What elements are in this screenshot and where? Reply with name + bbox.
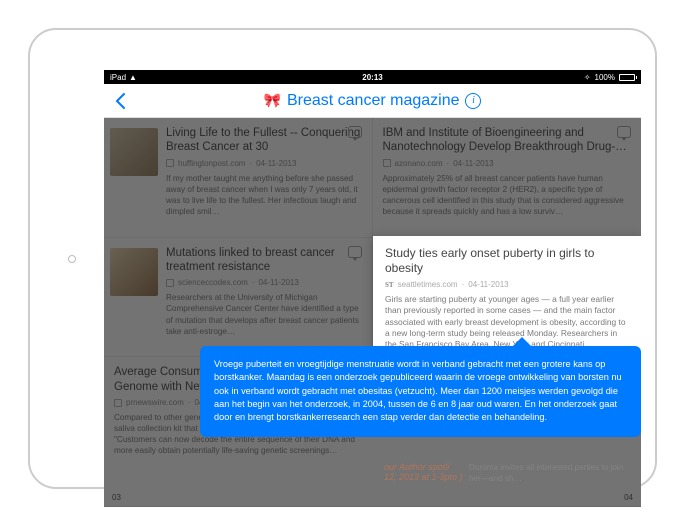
clock: 20:13 xyxy=(285,73,460,82)
article-excerpt: Girls are starting puberty at younger ag… xyxy=(385,294,629,351)
article-card[interactable]: IBM and Institute of Bioengineering and … xyxy=(373,118,642,238)
article-date: 04-11-2013 xyxy=(258,278,298,287)
carrier-label: iPad xyxy=(110,73,126,82)
article-source: scienceccodex.com xyxy=(178,278,248,287)
article-meta: ST seattletimes.com · 04-11-2013 xyxy=(385,280,629,289)
article-excerpt: Researchers at the University of Michiga… xyxy=(166,292,362,336)
source-icon xyxy=(114,399,122,407)
source-icon xyxy=(166,279,174,287)
source-icon xyxy=(383,159,391,167)
article-excerpt: Approximately 25% of all breast cancer p… xyxy=(383,173,632,217)
article-title: Mutations linked to breast cancer treatm… xyxy=(166,246,362,275)
article-date: 04-11-2013 xyxy=(256,159,296,168)
tooltip-text: Vroege puberteit en vroegtijdige menstru… xyxy=(214,359,622,422)
battery-icon xyxy=(619,74,635,81)
camera-dot xyxy=(68,255,76,263)
bluetooth-icon: ✧ xyxy=(584,73,591,82)
partial-excerpt: Duroma invites all interested parties to… xyxy=(469,462,631,484)
back-button[interactable] xyxy=(114,91,134,111)
battery-pct: 100% xyxy=(595,73,615,82)
page-number-left: 03 xyxy=(112,493,121,502)
wifi-icon: ▲ xyxy=(129,73,137,82)
article-title: IBM and Institute of Bioengineering and … xyxy=(383,126,632,155)
info-icon[interactable]: i xyxy=(465,93,481,109)
article-source: azonano.com xyxy=(395,159,443,168)
ribbon-icon: 🎀 xyxy=(264,92,281,109)
article-meta: azonano.com · 04-11-2013 xyxy=(383,159,632,168)
article-source: huffingtonpost.com xyxy=(178,159,245,168)
article-thumbnail xyxy=(110,128,158,176)
partial-text: our Author spotli 12, 2013 at 1-3pm ) xyxy=(384,462,463,482)
comment-icon[interactable] xyxy=(348,246,362,258)
screen: iPad ▲ 20:13 ✧ 100% 🎀 Breast cancer maga… xyxy=(104,70,641,507)
article-meta: scienceccodex.com · 04-11-2013 xyxy=(166,278,362,287)
translation-tooltip[interactable]: Vroege puberteit en vroegtijdige menstru… xyxy=(200,346,641,437)
page-title: Breast cancer magazine xyxy=(287,92,460,110)
content-area: Living Life to the Fullest -- Conquering… xyxy=(104,118,641,507)
article-title: Study ties early onset puberty in girls … xyxy=(385,246,629,276)
page-number-right: 04 xyxy=(624,493,633,502)
article-date: 04-11-2013 xyxy=(468,280,508,289)
article-source: seattletimes.com xyxy=(398,280,458,289)
ipad-frame: iPad ▲ 20:13 ✧ 100% 🎀 Breast cancer maga… xyxy=(28,28,657,489)
nav-bar: 🎀 Breast cancer magazine i xyxy=(104,84,641,118)
source-icon xyxy=(166,159,174,167)
comment-icon[interactable] xyxy=(617,126,631,138)
article-meta: huffingtonpost.com · 04-11-2013 xyxy=(166,159,362,168)
highlighted-article-card[interactable]: Study ties early onset puberty in girls … xyxy=(373,236,641,363)
article-date: 04-11-2013 xyxy=(453,159,493,168)
article-card[interactable]: Mutations linked to breast cancer treatm… xyxy=(104,238,373,358)
article-title: Living Life to the Fullest -- Conquering… xyxy=(166,126,362,155)
article-thumbnail xyxy=(110,248,158,296)
article-source: prnewswire.com xyxy=(126,398,184,407)
status-bar: iPad ▲ 20:13 ✧ 100% xyxy=(104,70,641,84)
article-excerpt: If my mother taught me anything before s… xyxy=(166,173,362,217)
article-card[interactable]: Living Life to the Fullest -- Conquering… xyxy=(104,118,373,238)
source-icon: ST xyxy=(385,281,394,289)
comment-icon[interactable] xyxy=(348,126,362,138)
